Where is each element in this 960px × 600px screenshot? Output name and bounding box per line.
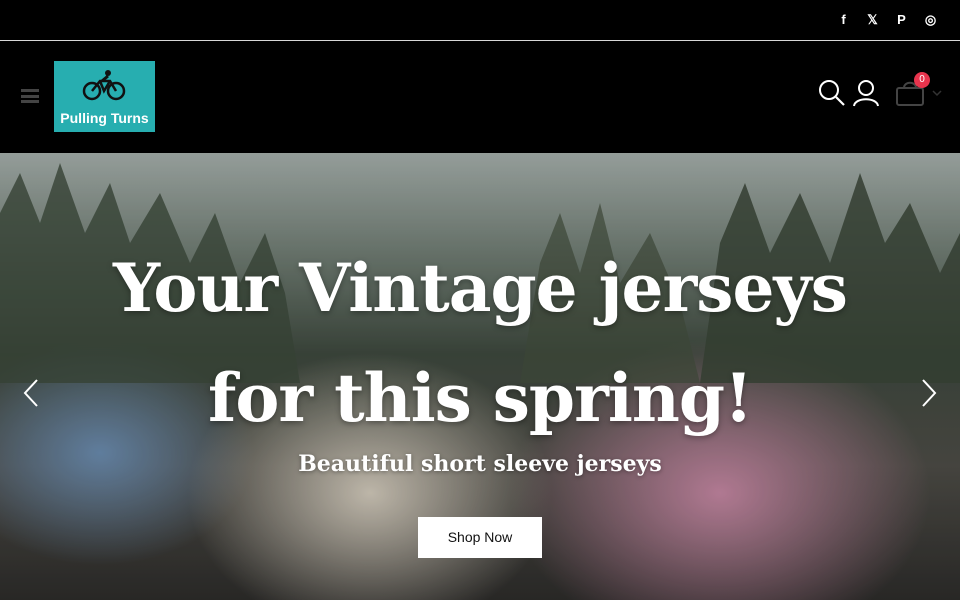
account-icon[interactable] <box>852 79 880 107</box>
hero-slider: Your Vintage jerseys for this spring! Be… <box>0 153 960 600</box>
menu-icon[interactable] <box>21 89 39 103</box>
shop-now-button[interactable]: Shop Now <box>418 517 542 558</box>
bicycle-icon <box>82 70 126 101</box>
site-logo[interactable]: Pulling Turns <box>54 61 155 132</box>
cart-count-badge: 0 <box>914 72 930 88</box>
social-links: f 𝕏 P ◎ <box>836 12 938 28</box>
search-icon[interactable] <box>818 79 846 107</box>
top-bar: f 𝕏 P ◎ <box>0 0 960 41</box>
instagram-icon[interactable]: ◎ <box>923 12 938 27</box>
hero-headline-line1: Your Vintage jerseys <box>113 249 848 327</box>
slider-prev-arrow[interactable] <box>22 378 40 408</box>
hero-subtitle: Beautiful short sleeve jerseys <box>298 451 662 477</box>
hero-headline-line2: for this spring! <box>207 359 753 437</box>
facebook-icon[interactable]: f <box>836 12 851 27</box>
logo-text: Pulling Turns <box>60 110 149 126</box>
cart-button[interactable]: 0 <box>896 72 930 106</box>
pinterest-icon[interactable]: P <box>894 12 909 27</box>
site-header: Pulling Turns 0 <box>0 41 960 153</box>
chevron-left-icon <box>23 379 38 407</box>
x-icon[interactable]: 𝕏 <box>865 12 880 27</box>
chevron-right-icon <box>922 379 937 407</box>
chevron-down-icon[interactable] <box>932 84 942 102</box>
header-actions: 0 <box>818 72 942 107</box>
slider-next-arrow[interactable] <box>920 378 938 408</box>
